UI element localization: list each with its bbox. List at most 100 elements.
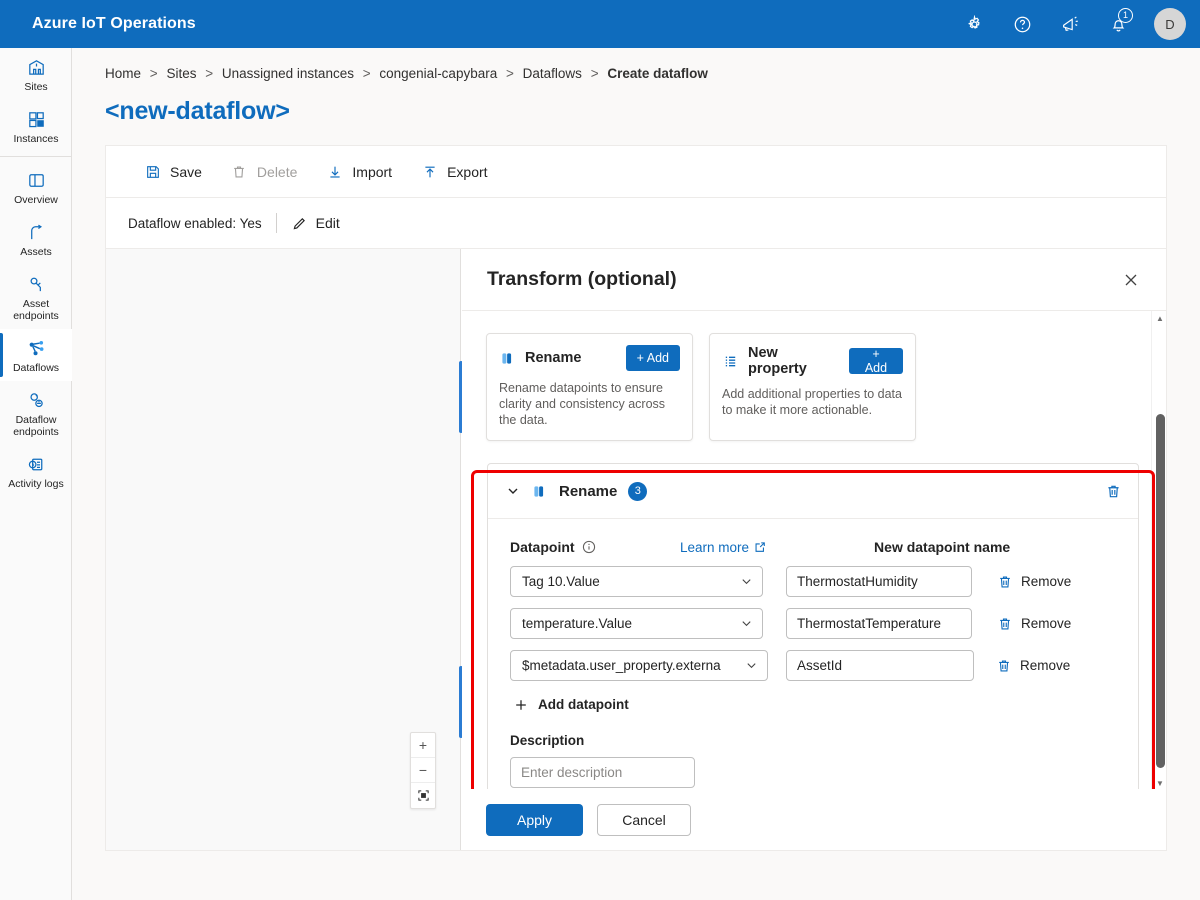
card-rename: Rename + Add Rename datapoints to ensure… [486,333,693,441]
card-rename-description: Rename datapoints to ensure clarity and … [499,381,666,427]
delete-rename-section-icon[interactable] [1105,483,1122,500]
breadcrumb-item-unassigned-instances[interactable]: Unassigned instances [222,66,354,81]
page-title: <new-dataflow> [105,97,290,125]
zoom-in-button[interactable]: + [411,733,435,758]
add-datapoint-button[interactable]: Add datapoint [510,697,1120,712]
breadcrumb-separator: > [506,66,514,81]
datapoint-select[interactable]: Tag 10.Value [510,566,763,597]
main-content: Home > Sites > Unassigned instances > co… [72,48,1200,900]
breadcrumb-item-instance[interactable]: congenial-capybara [379,66,497,81]
datapoint-select-value: temperature.Value [522,616,633,631]
edit-button[interactable]: Edit [291,215,340,232]
scrollbar-track[interactable] [1152,326,1166,776]
sidebar: Sites Instances Overview Assets Asset en… [0,48,72,900]
new-datapoint-name-input[interactable] [786,608,972,639]
card-new-property-title: New property [748,345,807,377]
asset-endpoints-icon [25,273,47,295]
scroll-down-arrow[interactable]: ▼ [1152,776,1166,789]
rename-icon [499,350,516,367]
transform-panel: Transform (optional) Rename + Add Rename… [462,249,1166,850]
import-icon [326,163,343,180]
datapoint-select[interactable]: temperature.Value [510,608,763,639]
pencil-icon [291,215,308,232]
transform-panel-footer: Apply Cancel [462,789,1166,850]
rename-row: temperature.Value ThermostatTemperature … [510,608,1120,639]
add-datapoint-label: Add datapoint [538,697,629,712]
apply-button[interactable]: Apply [486,804,583,836]
transform-panel-title: Transform (optional) [487,268,677,290]
new-property-icon [722,353,739,370]
save-icon [144,163,161,180]
cancel-button[interactable]: Cancel [597,804,691,836]
remove-row-button[interactable]: Remove [996,658,1070,674]
remove-label: Remove [1021,616,1072,631]
transform-type-cards: Rename + Add Rename datapoints to ensure… [462,311,1150,441]
breadcrumb-item-sites[interactable]: Sites [166,66,196,81]
plus-icon [514,698,528,712]
sidebar-item-dataflow-endpoints[interactable]: Dataflow endpoints [0,381,72,445]
new-datapoint-name-input[interactable] [786,650,974,681]
breadcrumb-item-dataflows[interactable]: Dataflows [523,66,582,81]
sidebar-item-sites[interactable]: Sites [0,48,72,100]
description-input[interactable] [510,757,695,788]
sidebar-divider [0,156,71,157]
learn-more-label: Learn more [680,539,750,555]
command-bar: Save Delete Import Export [105,145,1167,197]
remove-row-button[interactable]: Remove [997,616,1071,632]
sidebar-label: Activity logs [8,478,64,490]
sidebar-item-instances[interactable]: Instances [0,100,72,152]
breadcrumb-item-create-dataflow: Create dataflow [607,66,708,81]
remove-label: Remove [1020,658,1071,673]
dataflow-enabled-text: Dataflow enabled: Yes [128,215,262,231]
import-button[interactable]: Import [313,154,405,190]
delete-button[interactable]: Delete [218,154,310,190]
learn-more-link[interactable]: Learn more [680,540,766,555]
sidebar-label: Assets [20,246,52,258]
gear-icon[interactable] [958,8,990,40]
sidebar-label: Overview [14,194,58,206]
avatar[interactable]: D [1154,8,1186,40]
export-label: Export [447,163,488,180]
sidebar-label: Asset endpoints [13,298,59,322]
app-root: Azure IoT Operations 1 D Sites Instances… [0,0,1200,900]
close-icon[interactable] [1116,265,1146,295]
datapoint-select-value: $metadata.user_property.externa [522,658,721,673]
zoom-out-button[interactable]: − [411,758,435,783]
rename-row: Tag 10.Value ThermostatHumidity Remove [510,566,1120,597]
export-button[interactable]: Export [408,154,500,190]
add-new-property-button[interactable]: + Add [848,347,903,375]
assets-icon [25,221,47,243]
scrollbar-thumb[interactable] [1156,414,1165,768]
fit-to-screen-button[interactable] [411,783,435,808]
help-icon[interactable] [1006,8,1038,40]
rename-section-body: Datapoint Learn more New datapoint name … [488,519,1138,789]
remove-row-button[interactable]: Remove [997,574,1071,590]
sidebar-item-asset-endpoints[interactable]: Asset endpoints [0,265,72,329]
sidebar-label: Dataflow endpoints [13,414,59,438]
info-icon[interactable] [582,540,596,554]
panel-scrollbar[interactable]: ▲ ▼ [1151,311,1166,789]
sidebar-item-activity-logs[interactable]: Activity logs [0,445,72,497]
top-bar: Azure IoT Operations 1 D [0,0,1200,48]
add-rename-button[interactable]: + Add [625,345,680,371]
scroll-up-arrow[interactable]: ▲ [1152,311,1166,326]
chevron-down-icon [734,575,753,588]
rename-row: $metadata.user_property.externa AssetId … [510,650,1120,681]
notifications-icon[interactable]: 1 [1102,8,1134,40]
new-datapoint-name-input[interactable] [786,566,972,597]
transform-panel-header: Transform (optional) [462,249,1166,311]
sidebar-item-assets[interactable]: Assets [0,213,72,265]
overview-icon [25,169,47,191]
chevron-down-icon [739,659,758,672]
app-brand: Azure IoT Operations [32,15,196,32]
datapoint-select[interactable]: $metadata.user_property.externa [510,650,768,681]
dataflow-canvas[interactable]: + − [106,249,461,850]
feedback-icon[interactable] [1054,8,1086,40]
save-button[interactable]: Save [131,154,215,190]
import-label: Import [352,163,393,180]
breadcrumb-item-home[interactable]: Home [105,66,141,81]
chevron-down-icon[interactable] [506,484,520,498]
sidebar-item-overview[interactable]: Overview [0,161,72,213]
delete-label: Delete [256,163,298,180]
sidebar-item-dataflows[interactable]: Dataflows [0,329,72,381]
